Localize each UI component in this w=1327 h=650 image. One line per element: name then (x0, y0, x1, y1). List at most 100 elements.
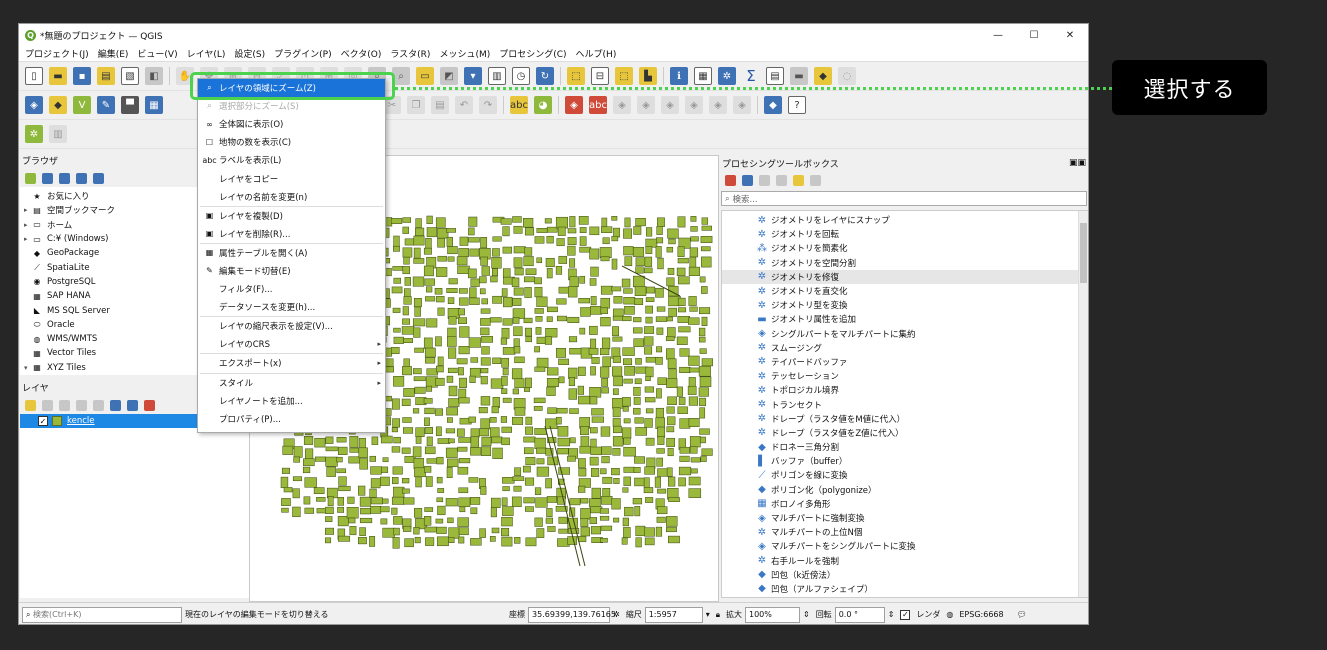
render-checkbox[interactable]: ✓ (900, 609, 911, 620)
filter-expression-icon[interactable] (93, 399, 104, 411)
identify-icon[interactable]: ℹ (670, 67, 688, 85)
deselect-icon[interactable]: ⬚ (615, 67, 633, 85)
processing-algorithm-item[interactable]: ◆ 凹包（k近傍法） (722, 568, 1088, 582)
options-icon[interactable] (810, 174, 821, 186)
open-project-icon[interactable]: ▬ (49, 67, 67, 85)
scale-field[interactable]: 1:5957 (644, 606, 703, 623)
rotation-field[interactable]: 0.0 ° (834, 606, 885, 623)
add-group-icon[interactable] (42, 399, 53, 411)
context-menu-item[interactable]: レイヤのCRS ▸ (198, 335, 385, 353)
style-manager-icon[interactable]: ◧ (145, 67, 163, 85)
highlight-labels-icon[interactable]: abc (589, 96, 607, 114)
menu-settings[interactable]: 設定(S) (234, 47, 265, 60)
select-location-icon[interactable]: ▙ (639, 67, 657, 85)
context-menu-item[interactable]: abc ラベルを表示(L) (198, 151, 385, 169)
remove-layer-icon[interactable] (144, 399, 155, 411)
copy-features-icon[interactable]: ❐ (407, 96, 425, 114)
label-props-icon[interactable]: ◈ (709, 96, 727, 114)
processing-algorithm-item[interactable]: ✲ ジオメトリを回転 (722, 227, 1088, 241)
processing-algorithm-item[interactable]: ⁂ ジオメトリを簡素化 (722, 241, 1088, 255)
context-menu-item[interactable]: フィルタ(F)... (198, 280, 385, 298)
move-label-icon[interactable]: ◈ (613, 96, 631, 114)
statistics-sum-icon[interactable]: Σ (742, 67, 760, 85)
processing-algorithm-item[interactable]: ▌ バッファ（buffer） (722, 454, 1088, 468)
history-icon[interactable] (759, 174, 770, 186)
context-menu-item[interactable]: スタイル ▸ (198, 374, 385, 392)
manage-visibility-icon[interactable] (59, 399, 70, 411)
processing-algorithm-item[interactable]: ▦ ボロノイ多角形 (722, 497, 1088, 511)
redo-icon[interactable]: ↷ (479, 96, 497, 114)
collapse-all-icon[interactable] (76, 172, 87, 184)
processing-algorithm-item[interactable]: ◈ マルチパートをシングルパートに変換 (722, 539, 1088, 553)
minimize-button[interactable]: — (980, 24, 1016, 46)
layout-manager-icon[interactable]: ▧ (121, 67, 139, 85)
rotation-spin-icon[interactable]: ⇕ (888, 610, 895, 619)
menu-edit[interactable]: 編集(E) (98, 47, 129, 60)
new-3d-view-icon[interactable]: ◩ (440, 67, 458, 85)
lock-icon[interactable]: 🔒︎ (716, 610, 720, 620)
context-menu-item[interactable]: データソースを変更(h)... (198, 298, 385, 316)
new-geopackage-icon[interactable]: ◆ (49, 96, 67, 114)
messages-icon[interactable]: 💬︎ (1017, 610, 1027, 619)
undo-icon[interactable]: ↶ (455, 96, 473, 114)
close-button[interactable]: ✕ (1052, 24, 1088, 46)
processing-algorithm-item[interactable]: ◈ シングルパートをマルチパートに集約 (722, 327, 1088, 341)
menu-vector[interactable]: ベクタ(O) (341, 47, 382, 60)
change-label-icon[interactable]: ◈ (661, 96, 679, 114)
attribute-table-icon[interactable]: ▤ (766, 67, 784, 85)
select-by-value-icon[interactable]: ⊟ (591, 67, 609, 85)
filter-legend-icon[interactable] (76, 399, 87, 411)
crs-label[interactable]: EPSG:6668 (959, 610, 1003, 619)
new-print-layout-icon[interactable]: ▤ (97, 67, 115, 85)
context-menu-item[interactable]: エクスポート(x) ▸ (198, 354, 385, 372)
show-bookmarks-icon[interactable]: ▥ (488, 67, 506, 85)
menu-view[interactable]: ビュー(V) (137, 47, 177, 60)
context-menu-item[interactable]: レイヤをコピー (198, 169, 385, 187)
menu-plugins[interactable]: プラグイン(P) (274, 47, 331, 60)
context-menu-item[interactable]: ▣ レイヤを複製(D) (198, 207, 385, 225)
menu-processing[interactable]: プロセシング(C) (499, 47, 566, 60)
model-icon[interactable] (725, 174, 736, 186)
new-project-icon[interactable]: ▯ (25, 67, 43, 85)
processing-algorithm-item[interactable]: ✲ ジオメトリをレイヤにスナップ (722, 213, 1088, 227)
select-features-icon[interactable]: ⬚ (567, 67, 585, 85)
filter-icon[interactable] (59, 172, 70, 184)
crs-globe-icon[interactable]: ◍ (946, 610, 953, 619)
processing-algorithm-item[interactable]: ✲ ジオメトリを直交化 (722, 284, 1088, 298)
measure-icon[interactable]: ▬ (790, 67, 808, 85)
processing-algorithm-item[interactable]: ◆ 凹包（アルファシェイプ） (722, 582, 1088, 596)
refresh-icon[interactable]: ↻ (536, 67, 554, 85)
layer-styling-icon[interactable] (25, 399, 36, 411)
processing-scrollbar[interactable] (1078, 211, 1088, 597)
refresh-icon[interactable] (42, 172, 53, 184)
processing-algorithm-item[interactable]: ✲ テッセレーション (722, 369, 1088, 383)
paste-features-icon[interactable]: ▤ (431, 96, 449, 114)
new-map-view-icon[interactable]: ▭ (416, 67, 434, 85)
add-raster-icon[interactable]: ▦ (145, 96, 163, 114)
plugin-table-icon[interactable]: ▥ (49, 125, 67, 143)
extents-toggle-icon[interactable]: ✲ (613, 610, 620, 619)
layer-labeling-icon[interactable]: abc (510, 96, 528, 114)
context-menu-item[interactable]: レイヤの名前を変更(n) (198, 188, 385, 206)
context-menu-item[interactable]: ✎ 編集モード切替(E) (198, 262, 385, 280)
processing-algorithm-item[interactable]: ✲ トポロジカル境界 (722, 383, 1088, 397)
map-tips-icon[interactable]: ◆ (814, 67, 832, 85)
diagram-icon[interactable]: ◕ (534, 96, 552, 114)
panel-float-close-icons[interactable]: ▣▣ (1069, 158, 1086, 168)
processing-algorithm-item[interactable]: ◆ ドロネー三角分割 (722, 440, 1088, 454)
context-menu-item[interactable]: レイヤの縮尺表示を設定(V)... (198, 317, 385, 335)
processing-algorithm-item[interactable]: ✲ スムージング (722, 341, 1088, 355)
collapse-all-layers-icon[interactable] (127, 399, 138, 411)
processing-algorithm-item[interactable]: ✲ ドレープ（ラスタ値をZ値に代入） (722, 426, 1088, 440)
digitize-icon[interactable]: ✎ (97, 96, 115, 114)
context-menu-item[interactable]: ∞ 全体図に表示(O) (198, 115, 385, 133)
processing-algorithm-item[interactable]: ▬ ジオメトリ属性を追加 (722, 312, 1088, 326)
processing-algorithm-item[interactable]: ✲ テイパードバッファ (722, 355, 1088, 369)
expand-arrow-icon[interactable]: ▸ (24, 235, 32, 243)
add-layer-icon[interactable] (25, 172, 36, 184)
context-menu-item[interactable]: レイヤノートを追加... (198, 392, 385, 410)
processing-algorithm-item[interactable]: ✲ ドレープ（ラスタ値をM値に代入） (722, 412, 1088, 426)
magnifier-spin-icon[interactable]: ⇕ (803, 610, 810, 619)
menu-mesh[interactable]: メッシュ(M) (439, 47, 490, 60)
temporal-controller-icon[interactable]: ◷ (512, 67, 530, 85)
